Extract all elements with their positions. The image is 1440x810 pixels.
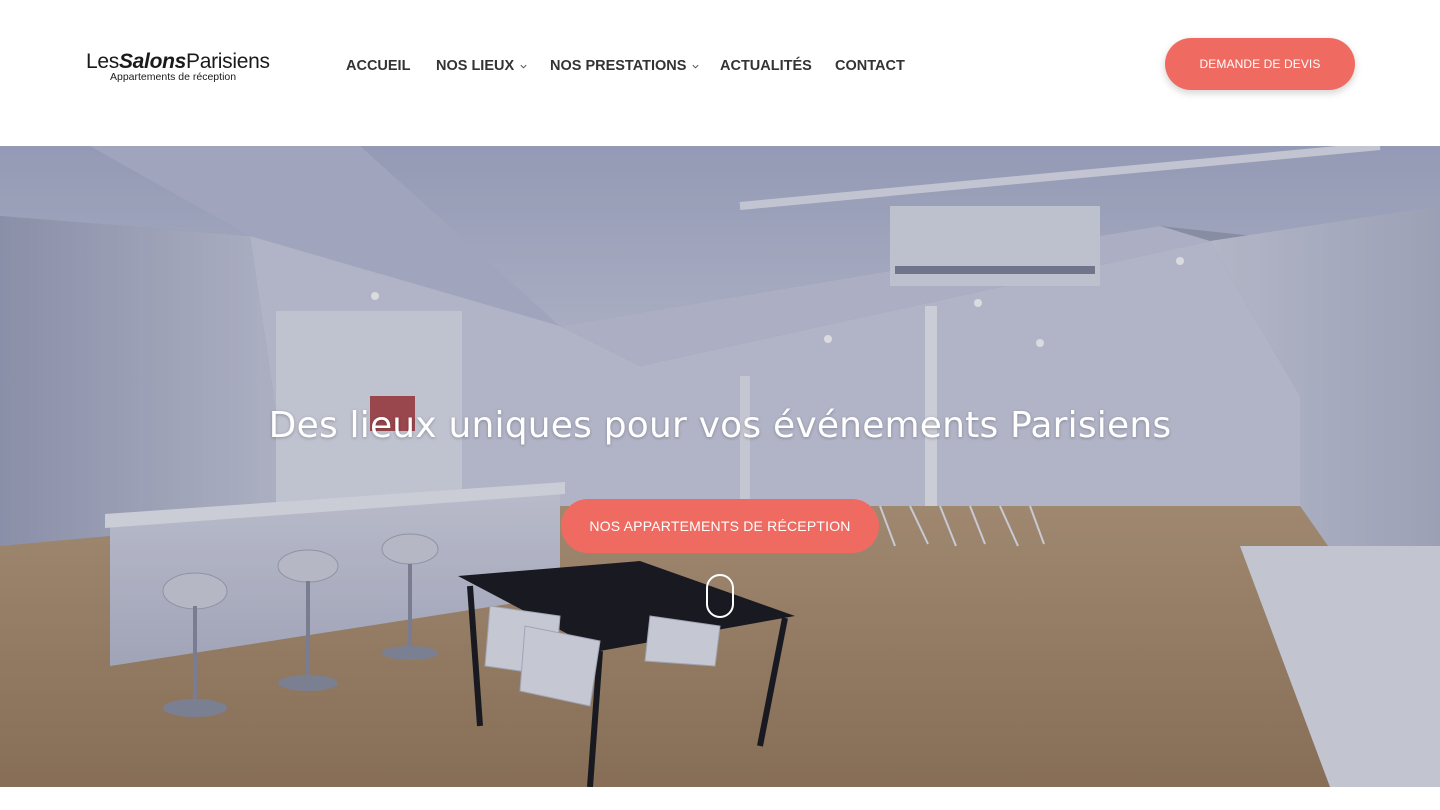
page-bottom-strip bbox=[0, 787, 1440, 810]
nav-item-label: ACTUALITÉS bbox=[720, 58, 812, 74]
nav-item-actualites[interactable]: ACTUALITÉS bbox=[720, 56, 812, 76]
nav-item-label: NOS LIEUX bbox=[436, 58, 515, 74]
nav-item-label: CONTACT bbox=[835, 58, 905, 74]
hero-overlay bbox=[0, 146, 1440, 787]
nav-item-label: ACCUEIL bbox=[346, 58, 411, 74]
chevron-down-icon bbox=[691, 62, 700, 71]
quote-request-button[interactable]: DEMANDE DE DEVIS bbox=[1165, 38, 1355, 90]
nav-item-contact[interactable]: CONTACT bbox=[835, 56, 905, 76]
logo-word-les: Les bbox=[86, 50, 119, 73]
nav-item-label: NOS PRESTATIONS bbox=[550, 58, 687, 74]
reception-apartments-button[interactable]: NOS APPARTEMENTS DE RÉCEPTION bbox=[561, 499, 879, 553]
chevron-down-icon bbox=[519, 62, 528, 71]
site-header: LesSalonsParisiens Appartements de récep… bbox=[0, 0, 1440, 146]
logo-word-parisiens: Parisiens bbox=[186, 50, 270, 73]
mouse-scroll-icon[interactable] bbox=[706, 574, 734, 618]
site-logo[interactable]: LesSalonsParisiens Appartements de récep… bbox=[86, 50, 276, 86]
nav-item-nos-prestations[interactable]: NOS PRESTATIONS bbox=[550, 56, 700, 76]
hero-section: Des lieux uniques pour vos événements Pa… bbox=[0, 146, 1440, 787]
nav-item-accueil[interactable]: ACCUEIL bbox=[346, 56, 410, 76]
hero-title: Des lieux uniques pour vos événements Pa… bbox=[268, 405, 1172, 446]
logo-word-salons: Salons bbox=[118, 50, 187, 73]
nav-item-nos-lieux[interactable]: NOS LIEUX bbox=[436, 56, 528, 76]
